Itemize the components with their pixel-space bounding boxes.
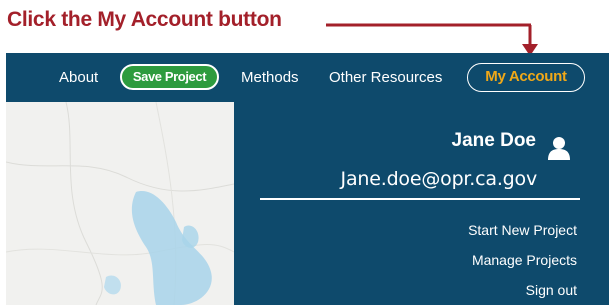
sign-out-link[interactable]: Sign out — [526, 282, 577, 298]
user-email: Jane.doe@opr.ca.gov — [340, 168, 538, 190]
account-dropdown-panel: Jane Doe Jane.doe@opr.ca.gov Start New P… — [234, 102, 609, 305]
save-project-button[interactable]: Save Project — [120, 64, 219, 90]
nav-methods-link[interactable]: Methods — [241, 53, 299, 102]
map-view[interactable] — [6, 102, 234, 305]
manage-projects-link[interactable]: Manage Projects — [472, 252, 577, 268]
nav-other-resources-link[interactable]: Other Resources — [329, 53, 442, 102]
nav-about-link[interactable]: About — [59, 53, 98, 102]
user-icon — [548, 137, 570, 160]
my-account-button[interactable]: My Account — [467, 63, 585, 92]
panel-divider — [260, 198, 580, 200]
user-name: Jane Doe — [451, 130, 536, 151]
callout-arrow-icon — [326, 23, 538, 56]
start-new-project-link[interactable]: Start New Project — [468, 222, 577, 238]
map-canvas — [6, 102, 234, 305]
navbar: About Save Project Methods Other Resourc… — [6, 53, 609, 102]
